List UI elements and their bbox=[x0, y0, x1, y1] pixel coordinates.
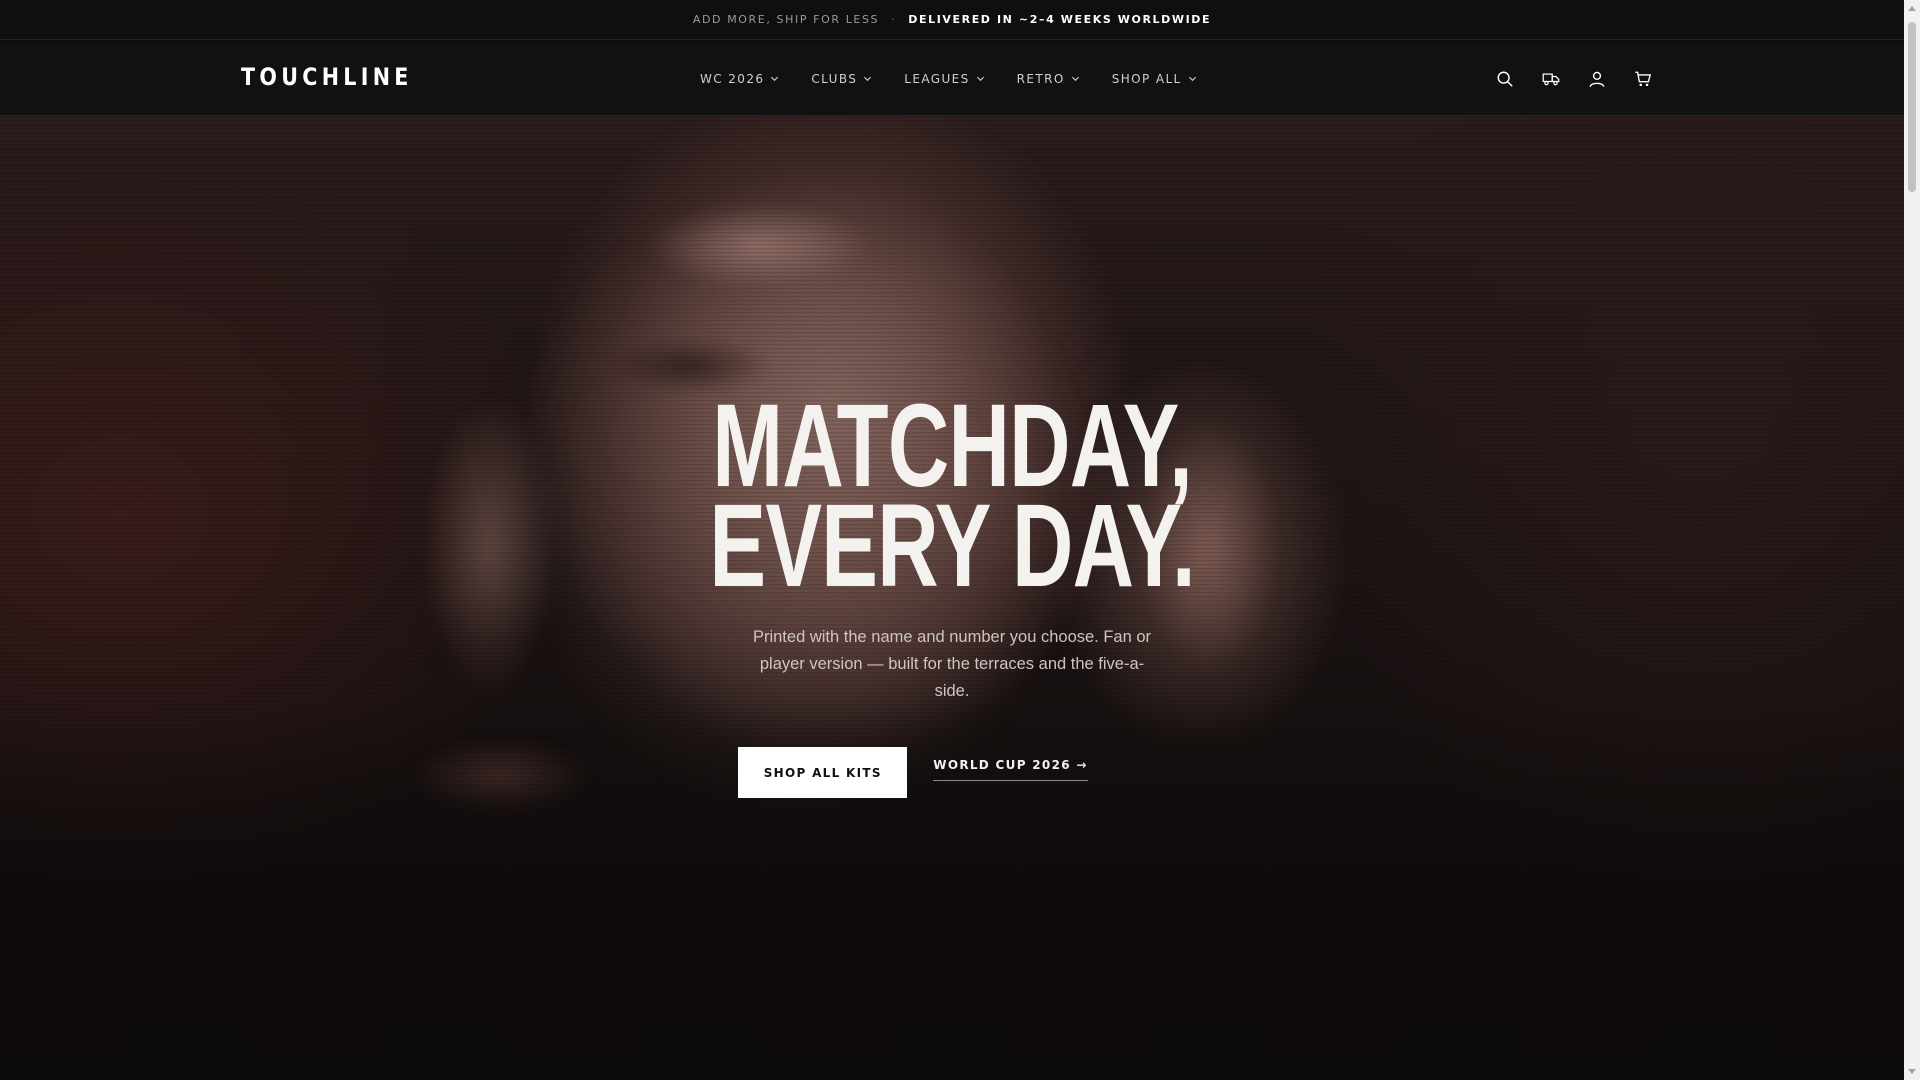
announcement-separator: · bbox=[891, 13, 897, 26]
main-nav: WC 2026 CLUBS LEAGUES RETRO SHOP ALL bbox=[700, 41, 1229, 116]
site-logo[interactable]: TOUCHLINE bbox=[241, 63, 413, 91]
announcement-bar: ADD MORE, SHIP FOR LESS · DELIVERED IN ~… bbox=[0, 0, 1904, 40]
hero-headline-line-2: EVERY DAY. bbox=[709, 480, 1195, 612]
nav-item-label: CLUBS bbox=[811, 71, 858, 86]
nav-item-label: RETRO bbox=[1016, 71, 1065, 86]
cart-icon bbox=[1635, 71, 1652, 86]
shop-all-kits-button[interactable]: SHOP ALL KITS bbox=[738, 747, 908, 798]
hero-subcopy: Printed with the name and number you cho… bbox=[752, 628, 1152, 700]
announcement-promo-text: ADD MORE, SHIP FOR LESS bbox=[692, 13, 880, 26]
nav-item-label: WC 2026 bbox=[700, 71, 765, 86]
account-button[interactable] bbox=[1586, 68, 1608, 90]
nav-item-label: LEAGUES bbox=[904, 71, 970, 86]
nav-item-leagues[interactable]: LEAGUES bbox=[904, 72, 984, 86]
hero-headline: MATCHDAY, EVERY DAY. bbox=[709, 387, 1195, 612]
search-icon bbox=[1497, 71, 1513, 87]
delivery-truck-icon bbox=[1542, 72, 1560, 85]
chevron-down-icon bbox=[1188, 76, 1196, 82]
hero-banner: MATCHDAY, EVERY DAY. Printed with the na… bbox=[0, 116, 1904, 1080]
scroll-up-arrow-icon[interactable] bbox=[1908, 6, 1916, 11]
nav-item-wc-2026[interactable]: WC 2026 bbox=[700, 72, 779, 86]
nav-item-shop-all[interactable]: SHOP ALL bbox=[1112, 72, 1197, 86]
chevron-down-icon bbox=[976, 76, 984, 82]
chevron-down-icon bbox=[864, 76, 872, 82]
nav-item-retro[interactable]: RETRO bbox=[1017, 72, 1080, 86]
site-header: TOUCHLINE WC 2026 CLUBS LEAGUES RETRO SH… bbox=[0, 41, 1904, 116]
nav-item-label: SHOP ALL bbox=[1111, 71, 1182, 86]
scroll-down-arrow-icon[interactable] bbox=[1908, 1069, 1916, 1074]
nav-item-clubs[interactable]: CLUBS bbox=[811, 72, 872, 86]
chevron-down-icon bbox=[771, 76, 779, 82]
hero-cta-row: SHOP ALL KITS WORLD CUP 2026 → bbox=[738, 747, 1088, 798]
cart-button[interactable] bbox=[1632, 68, 1654, 90]
scrollbar-thumb[interactable] bbox=[1908, 22, 1916, 192]
search-button[interactable] bbox=[1494, 68, 1516, 90]
account-icon bbox=[1589, 71, 1605, 87]
page-scrollbar[interactable] bbox=[1904, 0, 1920, 1080]
header-actions bbox=[1494, 41, 1654, 116]
delivery-info-button[interactable] bbox=[1540, 68, 1562, 90]
chevron-down-icon bbox=[1071, 76, 1079, 82]
announcement-delivery-text: DELIVERED IN ~2–4 WEEKS WORLDWIDE bbox=[908, 13, 1212, 26]
world-cup-2026-link[interactable]: WORLD CUP 2026 → bbox=[933, 758, 1088, 781]
hero-content: MATCHDAY, EVERY DAY. Printed with the na… bbox=[0, 387, 1904, 798]
